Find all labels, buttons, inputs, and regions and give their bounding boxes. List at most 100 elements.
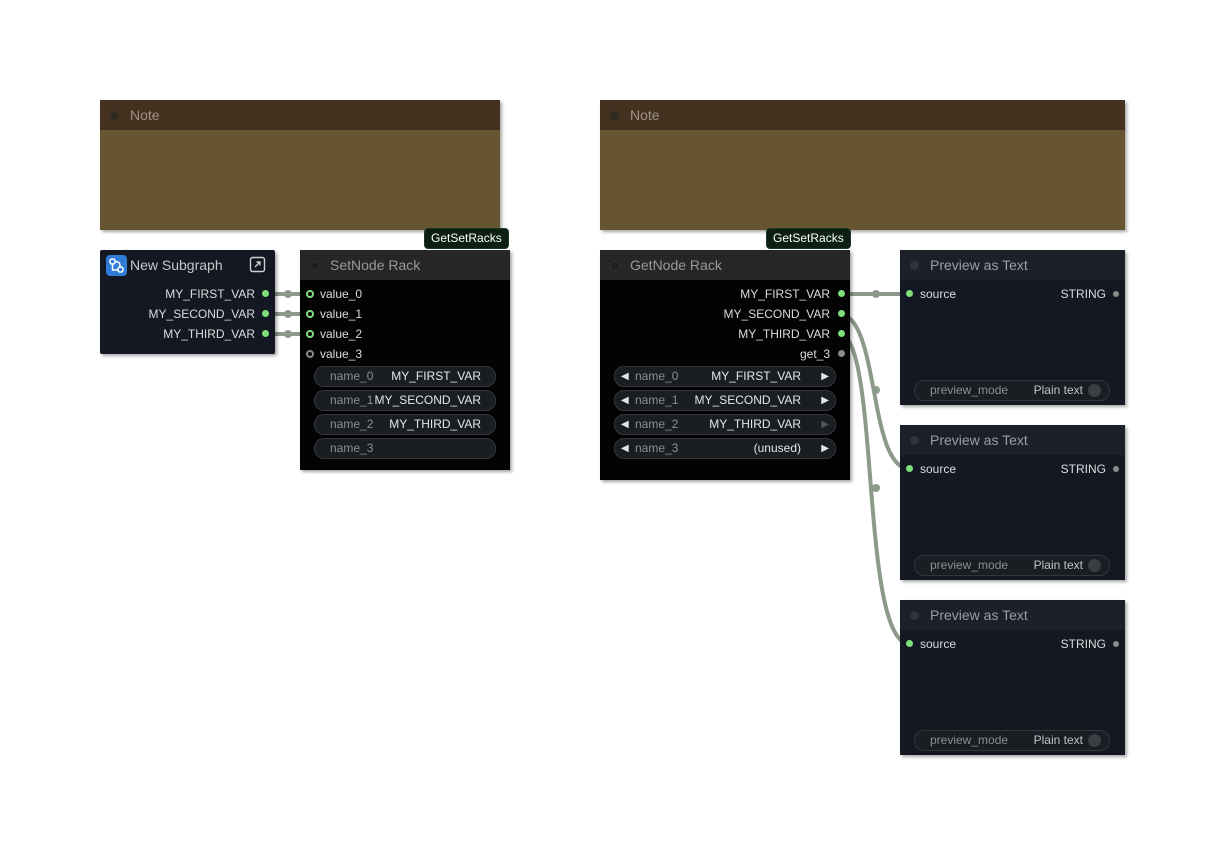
setnode-title: SetNode Rack	[330, 257, 421, 273]
output-dot-icon[interactable]	[1113, 466, 1119, 472]
preview-title: Preview as Text	[930, 257, 1028, 273]
output-dot-icon[interactable]	[838, 310, 845, 317]
group-badge-left: GetSetRacks	[424, 228, 509, 249]
output-slot-first[interactable]: MY_FIRST_VAR	[165, 284, 255, 304]
input-ring-icon[interactable]	[306, 290, 314, 298]
name-3-field[interactable]: name_3	[314, 438, 496, 459]
collapse-dot-icon[interactable]	[910, 261, 919, 270]
output-dot-icon[interactable]	[262, 290, 269, 297]
increment-arrow-icon[interactable]: ▶	[821, 439, 829, 458]
slot-label: MY_FIRST_VAR	[165, 287, 255, 301]
subgraph-icon	[106, 255, 127, 276]
output-slot-second[interactable]: MY_SECOND_VAR	[149, 304, 255, 324]
output-dot-icon[interactable]	[1113, 641, 1119, 647]
note-header[interactable]: Note	[100, 100, 500, 130]
name-1-field[interactable]: name_1 MY_SECOND_VAR	[314, 390, 496, 411]
collapse-dot-icon[interactable]	[610, 261, 620, 271]
widget-label: preview_mode	[930, 558, 1009, 572]
collapse-dot-icon[interactable]	[910, 436, 919, 445]
input-dot-icon[interactable]	[906, 465, 913, 472]
output-dot-icon[interactable]	[838, 350, 845, 357]
source-input-slot[interactable]: source	[920, 634, 956, 654]
string-output-slot[interactable]: STRING	[1061, 459, 1106, 479]
decrement-arrow-icon[interactable]: ◀	[621, 415, 629, 434]
name-3-combo[interactable]: ◀ name_3 (unused) ▶	[614, 438, 836, 459]
widget-label: preview_mode	[930, 733, 1009, 747]
input-slot-value-1[interactable]: value_1	[320, 304, 362, 324]
slot-label: MY_THIRD_VAR	[163, 327, 255, 341]
source-input-slot[interactable]: source	[920, 459, 956, 479]
widget-label: name_1	[635, 393, 679, 407]
input-slot-value-2[interactable]: value_2	[320, 324, 362, 344]
toggle-knob-icon[interactable]	[1088, 559, 1101, 572]
output-dot-icon[interactable]	[838, 330, 845, 337]
name-2-combo[interactable]: ◀ name_2 MY_THIRD_VAR ▶	[614, 414, 836, 435]
name-2-field[interactable]: name_2 MY_THIRD_VAR	[314, 414, 496, 435]
input-ring-icon[interactable]	[306, 350, 314, 358]
widget-value: Plain text	[1033, 383, 1083, 397]
input-ring-icon[interactable]	[306, 310, 314, 318]
toggle-knob-icon[interactable]	[1088, 734, 1101, 747]
input-slot-value-3[interactable]: value_3	[320, 344, 362, 364]
increment-arrow-icon[interactable]: ▶	[821, 391, 829, 410]
name-0-field[interactable]: name_0 MY_FIRST_VAR	[314, 366, 496, 387]
increment-arrow-icon[interactable]: ▶	[821, 367, 829, 386]
preview-header[interactable]: Preview as Text	[900, 600, 1125, 630]
slot-label: MY_SECOND_VAR	[148, 307, 255, 321]
input-ring-icon[interactable]	[306, 330, 314, 338]
input-dot-icon[interactable]	[906, 290, 913, 297]
output-slot-get-3[interactable]: get_3	[800, 344, 830, 364]
note-title: Note	[630, 107, 660, 123]
open-subgraph-icon[interactable]	[249, 256, 266, 273]
output-dot-icon[interactable]	[838, 290, 845, 297]
widget-value: Plain text	[1033, 733, 1083, 747]
output-slot-second[interactable]: MY_SECOND_VAR	[724, 304, 830, 324]
collapse-dot-icon[interactable]	[610, 111, 619, 120]
preview-header[interactable]: Preview as Text	[900, 250, 1125, 280]
output-slot-third[interactable]: MY_THIRD_VAR	[163, 324, 255, 344]
input-dot-icon[interactable]	[906, 640, 913, 647]
getnode-rack-node[interactable]: GetNode Rack MY_FIRST_VAR MY_SECOND_VAR …	[600, 250, 850, 480]
string-output-slot[interactable]: STRING	[1061, 284, 1106, 304]
increment-arrow-icon[interactable]: ▶	[821, 415, 829, 434]
setnode-rack-node[interactable]: SetNode Rack value_0 value_1 value_2 val…	[300, 250, 510, 470]
string-output-slot[interactable]: STRING	[1061, 634, 1106, 654]
collapse-dot-icon[interactable]	[910, 611, 919, 620]
widget-label: name_3	[635, 441, 679, 455]
collapse-dot-icon[interactable]	[310, 261, 320, 271]
preview-mode-toggle[interactable]: preview_mode Plain text	[914, 555, 1110, 576]
subgraph-node[interactable]: New Subgraph MY_FIRST_VAR MY_SECOND_VAR …	[100, 250, 275, 354]
collapse-dot-icon[interactable]	[110, 111, 119, 120]
preview-header[interactable]: Preview as Text	[900, 425, 1125, 455]
widget-label: name_3	[330, 441, 374, 455]
decrement-arrow-icon[interactable]: ◀	[621, 391, 629, 410]
widget-value: MY_FIRST_VAR	[391, 369, 481, 383]
setnode-header[interactable]: SetNode Rack	[300, 250, 510, 280]
decrement-arrow-icon[interactable]: ◀	[621, 367, 629, 386]
name-1-combo[interactable]: ◀ name_1 MY_SECOND_VAR ▶	[614, 390, 836, 411]
output-dot-icon[interactable]	[262, 310, 269, 317]
decrement-arrow-icon[interactable]: ◀	[621, 439, 629, 458]
note-node-right[interactable]: Note	[600, 100, 1125, 230]
output-dot-icon[interactable]	[262, 330, 269, 337]
output-slot-third[interactable]: MY_THIRD_VAR	[738, 324, 830, 344]
note-header[interactable]: Note	[600, 100, 1125, 130]
widget-label: name_1	[330, 393, 374, 407]
preview-mode-toggle[interactable]: preview_mode Plain text	[914, 730, 1110, 751]
toggle-knob-icon[interactable]	[1088, 384, 1101, 397]
input-slot-value-0[interactable]: value_0	[320, 284, 362, 304]
subgraph-header[interactable]: New Subgraph	[100, 250, 275, 280]
source-input-slot[interactable]: source	[920, 284, 956, 304]
preview-as-text-node-1[interactable]: Preview as Text source STRING preview_mo…	[900, 250, 1125, 405]
preview-as-text-node-3[interactable]: Preview as Text source STRING preview_mo…	[900, 600, 1125, 755]
widget-value: Plain text	[1033, 558, 1083, 572]
output-dot-icon[interactable]	[1113, 291, 1119, 297]
preview-mode-toggle[interactable]: preview_mode Plain text	[914, 380, 1110, 401]
getnode-title: GetNode Rack	[630, 257, 722, 273]
note-node-left[interactable]: Note	[100, 100, 500, 230]
getnode-header[interactable]: GetNode Rack	[600, 250, 850, 280]
name-0-combo[interactable]: ◀ name_0 MY_FIRST_VAR ▶	[614, 366, 836, 387]
output-slot-first[interactable]: MY_FIRST_VAR	[740, 284, 830, 304]
preview-title: Preview as Text	[930, 432, 1028, 448]
preview-as-text-node-2[interactable]: Preview as Text source STRING preview_mo…	[900, 425, 1125, 580]
